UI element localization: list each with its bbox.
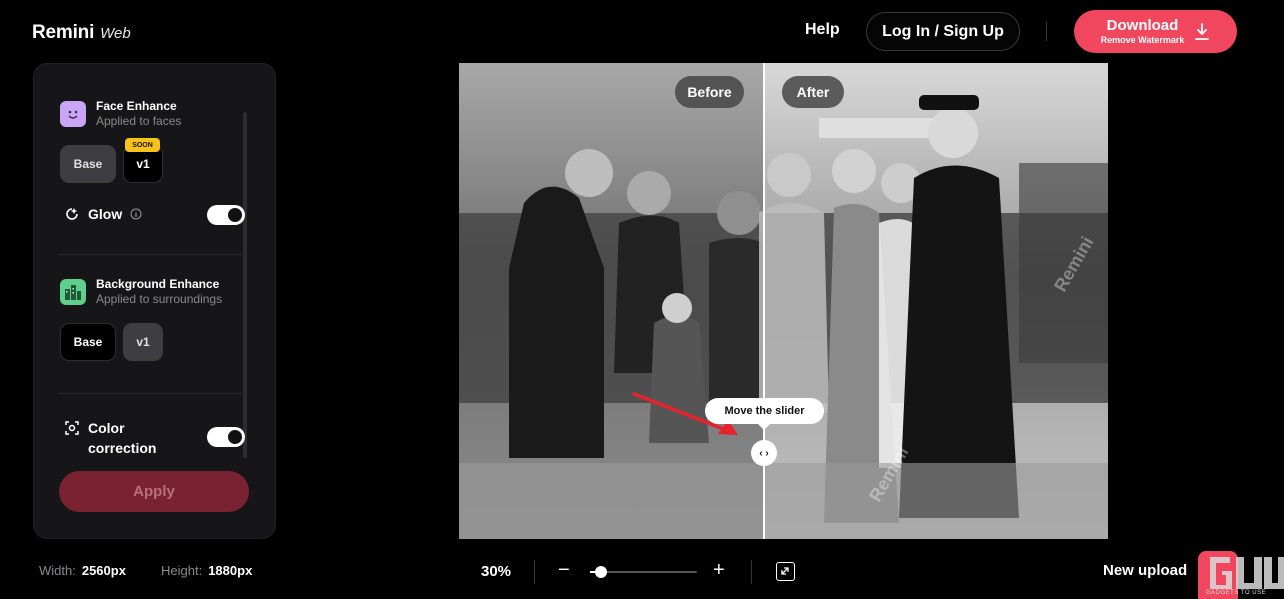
header-divider [1046, 21, 1047, 41]
section-divider [58, 254, 244, 255]
new-upload-button[interactable]: New upload [1103, 562, 1187, 579]
glow-toggle-knob [228, 208, 242, 222]
image-compare-viewer[interactable]: Remini Remini [459, 63, 1108, 539]
width-readout: Width: 2560px [39, 563, 126, 578]
gadgets-to-use-logo [1210, 557, 1284, 589]
color-correction-icon [65, 421, 79, 435]
zoom-slider-thumb[interactable] [594, 566, 607, 578]
fit-screen-icon[interactable] [776, 562, 795, 581]
login-signup-button[interactable]: Log In / Sign Up [866, 12, 1020, 51]
before-label: Before [675, 76, 744, 108]
slider-tooltip: Move the slider [705, 398, 824, 430]
glow-label: Glow [88, 206, 123, 222]
apply-button[interactable]: Apply [59, 471, 249, 512]
panel-scrollbar[interactable] [243, 112, 247, 458]
compare-slider-handle[interactable]: ‹ › [751, 440, 777, 466]
height-value: 1880px [208, 563, 253, 578]
glow-toggle[interactable] [207, 205, 245, 225]
section-divider [58, 393, 244, 394]
face-option-base[interactable]: Base [60, 145, 116, 183]
background-enhance-title: Background Enhance [96, 277, 220, 291]
width-label: Width: [39, 563, 76, 578]
color-correction-row: Color correction [64, 418, 156, 458]
help-link[interactable]: Help [805, 21, 840, 39]
face-enhance-icon [60, 101, 86, 127]
remove-watermark-label: Remove Watermark [1100, 35, 1185, 45]
height-label: Height: [161, 563, 203, 578]
background-option-v1[interactable]: v1 [123, 323, 163, 361]
zoom-in-icon[interactable]: + [713, 559, 725, 582]
download-button[interactable]: Download Remove Watermark [1074, 10, 1237, 53]
color-toggle-knob [228, 430, 242, 444]
download-icon [1195, 22, 1210, 40]
face-enhance-title: Face Enhance [96, 99, 177, 113]
height-readout: Height: 1880px [161, 563, 252, 578]
zoom-level: 30% [481, 563, 512, 580]
gadgets-to-use-watermark: GADGETS TO USE [1206, 553, 1284, 599]
background-enhance-icon [60, 279, 86, 305]
toolbar-divider [751, 560, 752, 584]
color-correction-label-line1: Color [88, 420, 125, 436]
width-value: 2560px [81, 563, 126, 578]
photo-canvas: Remini Remini [459, 63, 1108, 539]
background-enhance-subtitle: Applied to surroundings [96, 292, 223, 306]
face-enhance-subtitle: Applied to faces [96, 114, 182, 128]
color-correction-toggle[interactable] [207, 427, 245, 447]
brand-name: Remini [32, 22, 95, 43]
compare-divider-line[interactable] [763, 63, 765, 539]
info-icon[interactable] [130, 208, 142, 220]
toolbar-divider [534, 560, 535, 584]
download-label: Download [1106, 17, 1179, 34]
chevrons-left-right-icon: ‹ › [759, 447, 769, 459]
brand-sub: Web [100, 25, 131, 42]
color-correction-label-line2: correction [88, 440, 157, 456]
glow-icon [66, 208, 78, 220]
after-label: After [782, 76, 844, 108]
soon-badge: SOON [125, 138, 160, 152]
gadgets-to-use-text: GADGETS TO USE [1206, 590, 1267, 596]
glow-row: Glow [64, 206, 142, 222]
zoom-out-icon[interactable]: − [558, 559, 570, 582]
brand-logo[interactable]: Remini Web [32, 22, 131, 44]
background-option-base[interactable]: Base [60, 323, 116, 361]
